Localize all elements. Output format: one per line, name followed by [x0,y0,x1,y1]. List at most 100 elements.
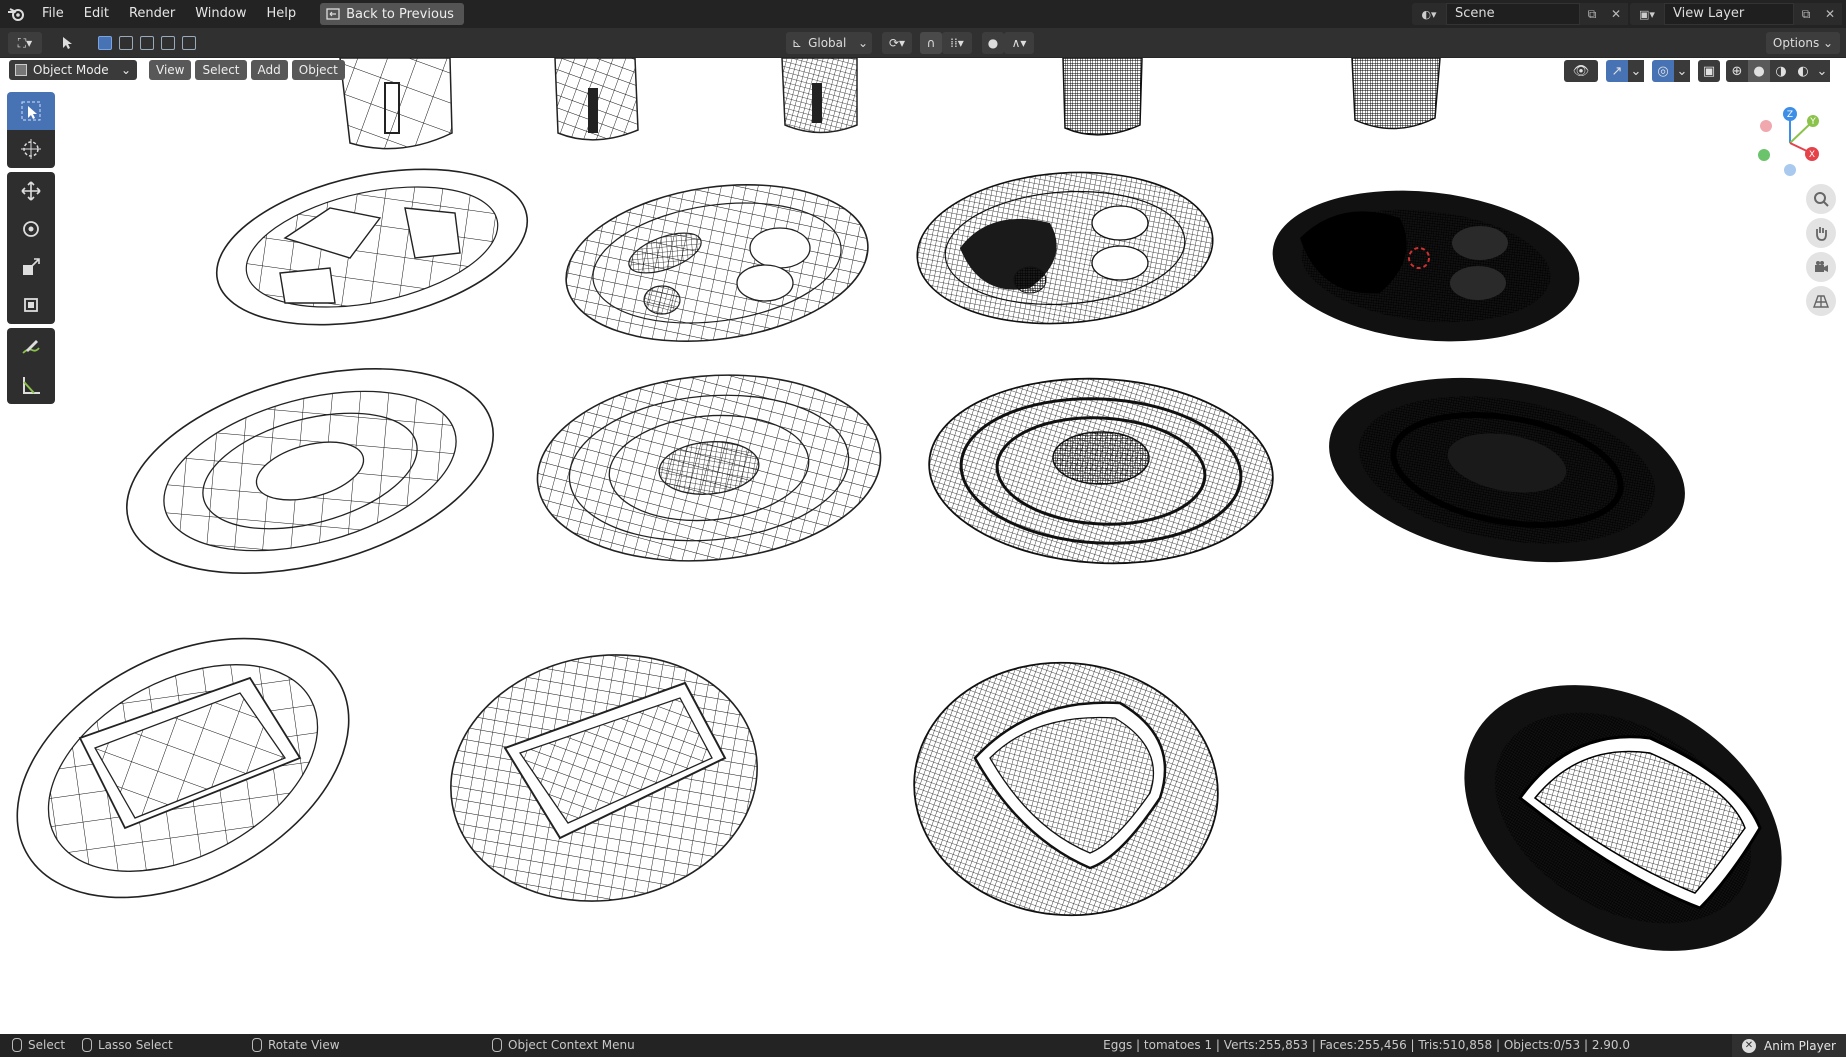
select-box-tool-icon[interactable] [7,92,55,130]
breakfast-plate-high-poly [916,171,1214,325]
pan-view-hand-icon[interactable] [1806,218,1836,248]
editor-type-icon[interactable]: ⛶▾ [8,32,42,54]
gizmo-toggle-icon[interactable]: ↗ [1606,60,1628,82]
solid-shading-icon[interactable]: ● [1748,60,1770,82]
gizmo-z-label: Z [1787,110,1793,120]
back-to-previous-label: Back to Previous [346,6,454,22]
cursor-tool-icon[interactable] [7,130,55,168]
breakfast-plate-mid-poly [565,184,869,342]
move-tool-icon[interactable] [7,172,55,210]
mouse-right-icon [492,1038,502,1052]
status-bar: Select Lasso Select Rotate View Object C… [0,1034,1846,1057]
scene-statistics: Eggs | tomatoes 1 | Verts:255,853 | Face… [1103,1038,1630,1052]
mug-low-poly [339,58,453,150]
viewport-header-left: Object Mode ⌄ View Select Add Object [9,60,345,82]
zoom-view-icon[interactable] [1806,184,1836,214]
menu-edit[interactable]: Edit [74,0,119,28]
toast-plate-mid-poly [450,654,758,902]
rotate-tool-icon[interactable] [7,210,55,248]
menu-help[interactable]: Help [257,0,307,28]
tool-shelf [7,92,55,404]
new-view-layer-icon[interactable]: ⧉ [1794,3,1818,25]
status-hint-select: Select [12,1038,65,1052]
toast-plate-high-poly [913,661,1219,917]
overlays-toggle-icon[interactable]: ◎ [1652,60,1674,82]
rendered-shading-icon[interactable]: ◐ [1792,60,1814,82]
status-hint-rotate: Rotate View [252,1038,340,1052]
shading-dropdown-icon[interactable]: ⌄ [1814,60,1830,82]
status-rotate-label: Rotate View [268,1038,340,1052]
select-mode-intersect-icon[interactable] [180,34,198,52]
status-hint-context: Object Context Menu [492,1038,635,1052]
view-layer-selector[interactable]: ▣▾ View Layer ⧉ ✕ [1630,3,1842,25]
viewport-menu-object[interactable]: Object [291,60,345,80]
viewport-menu-view[interactable]: View [149,60,192,80]
blender-logo-icon[interactable] [0,0,32,28]
select-mode-subtract-icon[interactable] [138,34,156,52]
bowl-mid-poly [536,374,882,562]
bowl-ultra-poly [1329,377,1685,563]
object-mode-dropdown[interactable]: Object Mode ⌄ [9,60,137,80]
options-label: Options [1772,36,1820,50]
menu-file[interactable]: File [32,0,74,28]
measure-tool-icon[interactable] [7,366,55,404]
viewport-menu-select[interactable]: Select [195,60,247,80]
back-to-previous-button[interactable]: Back to Previous [320,3,464,25]
mug-high-poly [781,58,858,134]
wireframe-shading-icon[interactable]: ⊕ [1726,60,1748,82]
orientation-label: Global [808,36,847,50]
snap-toggle-icon[interactable]: ∩ [920,32,942,54]
falloff-curve-icon[interactable]: ∧▾ [1004,32,1034,54]
view-layer-icon: ▣▾ [1630,3,1664,25]
bowl-high-poly [928,377,1274,565]
bowl-low-poly [126,368,494,574]
mouse-drag-icon [82,1038,92,1052]
status-context-label: Object Context Menu [508,1038,635,1052]
options-dropdown[interactable]: Options ⌄ [1766,32,1840,54]
anim-player-button[interactable]: ✕ Anim Player [1732,1034,1846,1057]
select-mode-new-icon[interactable] [96,34,114,52]
navigation-gizmo[interactable]: Z Y X [1752,103,1832,183]
scale-tool-icon[interactable] [7,248,55,286]
delete-view-layer-icon[interactable]: ✕ [1818,3,1842,25]
pivot-point-icon[interactable]: ⟳▾ [882,32,912,54]
xray-toggle-icon[interactable]: ▣ [1698,60,1720,82]
chevron-down-icon: ⌄ [857,36,868,50]
breakfast-plate-ultra-poly [1272,190,1580,342]
viewport-header-toolbar: ⛶▾ ⊾ Global ⌄ ⟳▾ ∩ ⁞⁞▾ ● ∧▾ Options ⌄ [0,28,1846,58]
gizmo-y-label: Y [1809,117,1816,127]
scene-selector[interactable]: ◐▾ Scene ⧉ ✕ [1412,3,1628,25]
transform-tool-icon[interactable] [7,286,55,324]
object-mode-label: Object Mode [33,63,109,77]
delete-scene-icon[interactable]: ✕ [1604,3,1628,25]
menu-window[interactable]: Window [185,0,256,28]
viewport-visibility-controls: 👁 ↗ ⌄ ◎ ⌄ ▣ ⊕ ● ◑ ◐ ⌄ [1564,60,1830,82]
status-lasso-label: Lasso Select [98,1038,173,1052]
gizmo-dropdown-icon[interactable]: ⌄ [1628,60,1644,82]
object-visibility-icon[interactable]: 👁 [1564,60,1598,82]
mug-ultra-poly [1351,58,1441,130]
toast-plate-low-poly [16,637,350,899]
viewport-menu-add[interactable]: Add [250,60,288,80]
mouse-left-icon [12,1038,22,1052]
view-layer-name-field[interactable]: View Layer [1664,3,1794,25]
scene-name-field[interactable]: Scene [1446,3,1580,25]
select-tool-cursor-icon[interactable] [52,32,82,54]
toast-plate-ultra-poly [1464,685,1782,951]
snap-grid-icon[interactable]: ⁞⁞▾ [942,32,972,54]
menu-render[interactable]: Render [119,0,185,28]
perspective-toggle-grid-icon[interactable] [1806,286,1836,316]
overlays-dropdown-icon[interactable]: ⌄ [1674,60,1690,82]
new-scene-icon[interactable]: ⧉ [1580,3,1604,25]
camera-view-icon[interactable] [1806,252,1836,282]
anim-player-label: Anim Player [1764,1038,1836,1053]
annotate-tool-icon[interactable] [7,328,55,366]
proportional-edit-icon[interactable]: ● [982,32,1004,54]
transform-orientation-dropdown[interactable]: ⊾ Global ⌄ [786,32,872,54]
3d-viewport[interactable]: Object Mode ⌄ View Select Add Object 👁 ↗… [0,58,1846,1034]
select-mode-invert-icon[interactable] [159,34,177,52]
select-mode-extend-icon[interactable] [117,34,135,52]
material-preview-shading-icon[interactable]: ◑ [1770,60,1792,82]
wireframe-scene [16,58,1782,951]
mouse-middle-icon [252,1038,262,1052]
